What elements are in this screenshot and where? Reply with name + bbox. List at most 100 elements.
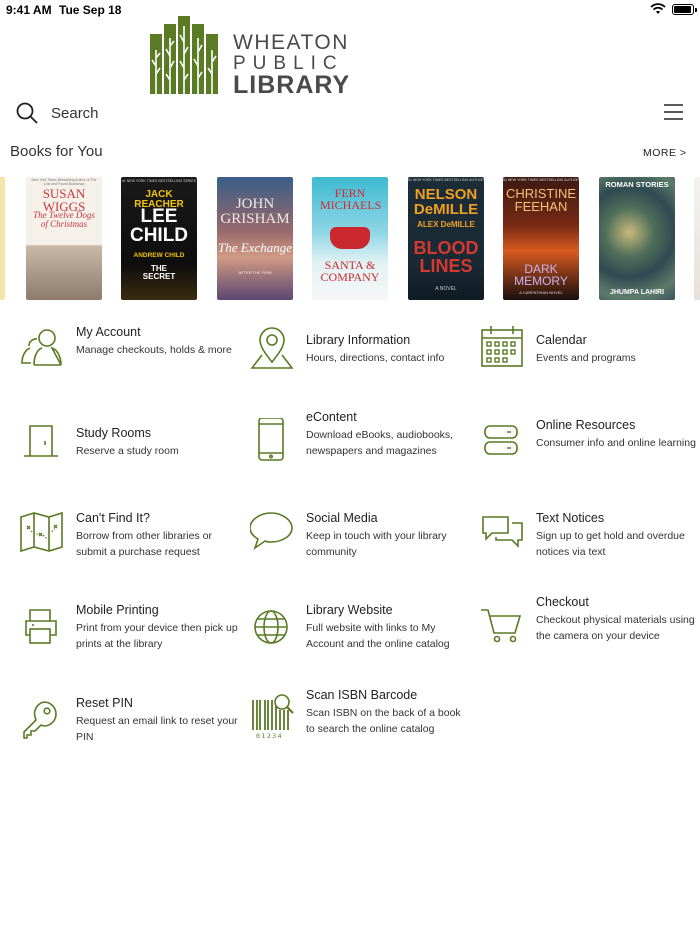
menu-item-title: Online Resources [536, 418, 636, 432]
book-subtitle: AFTER THE FIRM [238, 270, 272, 275]
menu-calendar[interactable]: Calendar Events and programs [480, 326, 700, 413]
menu-item-title: My Account [76, 325, 141, 339]
book-title: The Exchange [217, 240, 292, 255]
server-icon [480, 422, 528, 470]
calendar-icon [480, 324, 528, 372]
menu-study-rooms[interactable]: Study Rooms Reserve a study room [20, 425, 245, 506]
menu-item-desc: Borrow from other libraries or submit a … [76, 530, 212, 558]
menu-item-desc: Sign up to get hold and overdue notices … [536, 530, 685, 558]
books-section-title: Books for You [10, 143, 103, 160]
menu-item-title: Text Notices [536, 511, 605, 525]
barcode-digits: 01234 [256, 732, 284, 740]
menu-item-desc: Checkout physical materials using the ca… [536, 614, 695, 642]
menu-item-desc: Keep in touch with your library communit… [306, 530, 447, 558]
book-author: JHUMPA LAHIRI [609, 289, 665, 296]
book-top-line: New York Times Bestselling Author of The… [31, 178, 97, 186]
more-books-link[interactable]: MORE > [643, 147, 687, 159]
book-author: LEE CHILD [129, 206, 189, 246]
book-cover[interactable]: New York Times Bestselling Author of The… [26, 177, 102, 300]
book-cover[interactable]: #1 NEW YORK TIMES BESTSELLING SERIES JAC… [121, 177, 197, 300]
menu-item-title: Calendar [536, 333, 587, 347]
tablet-icon [250, 417, 298, 466]
book-cover[interactable]: #1 NEW YORK TIMES BESTSELLING AUTHOR CHR… [503, 177, 579, 300]
book-title: DARK MEMORY [514, 262, 568, 288]
menu-cant-find-it[interactable]: Can't Find It? Borrow from other librari… [20, 511, 245, 591]
book-cover-partial[interactable] [694, 177, 700, 300]
menu-item-desc: Reserve a study room [76, 445, 179, 457]
battery-icon [672, 4, 697, 15]
menu-online-resources[interactable]: Online Resources Consumer info and onlin… [480, 418, 700, 498]
book-cover[interactable]: #1 NEW YORK TIMES BESTSELLING AUTHOR NEL… [408, 177, 484, 300]
menu-item-title: Can't Find It? [76, 511, 150, 525]
menu-my-account[interactable]: My Account Manage checkouts, holds & mor… [20, 325, 245, 405]
hamburger-menu-icon[interactable] [664, 104, 683, 120]
book-title: BLOOD LINES [413, 238, 479, 276]
book-top-line: #1 NEW YORK TIMES BESTSELLING SERIES [121, 179, 197, 183]
status-time: 9:41 AM [6, 3, 52, 17]
menu-item-title: Checkout [536, 595, 589, 609]
library-logo: WHEATON PUBLIC LIBRARY [150, 16, 350, 99]
menu-econtent[interactable]: eContent Download eBooks, audiobooks, ne… [250, 410, 475, 490]
book-author: NELSON DeMILLE [413, 186, 479, 218]
globe-icon [250, 607, 298, 655]
menu-item-desc: Consumer info and online learning [536, 437, 696, 449]
map-pin-icon [250, 324, 298, 372]
menu-checkout[interactable]: Checkout Checkout physical materials usi… [480, 595, 700, 675]
book-subtitle: A NOVEL [435, 286, 457, 292]
logo-wordmark-line1: WHEATON [233, 31, 349, 54]
book-author: FERN MICHAELS [320, 186, 382, 212]
menu-library-information[interactable]: Library Information Hours, directions, c… [250, 327, 475, 413]
menu-mobile-printing[interactable]: Mobile Printing Print from your device t… [20, 603, 245, 683]
book-carousel[interactable]: New York Times Bestselling Author of The… [0, 177, 700, 301]
book-title: SANTA & COMPANY [320, 258, 380, 284]
menu-item-desc: Scan ISBN on the back of a book to searc… [306, 707, 461, 735]
menu-item-desc: Download eBooks, audiobooks, newspapers … [306, 429, 454, 457]
menu-item-title: Mobile Printing [76, 603, 159, 617]
menu-item-title: Social Media [306, 511, 378, 525]
book-cover[interactable]: ROMAN STORIES JHUMPA LAHIRI [599, 177, 675, 300]
chat-bubbles-icon [480, 513, 528, 561]
menu-item-title: Library Information [306, 333, 411, 347]
cart-icon [480, 607, 528, 655]
status-bar: 9:41 AM Tue Sep 18 [0, 0, 700, 20]
menu-library-website[interactable]: Library Website Full website with links … [250, 603, 475, 683]
menu-item-title: Scan ISBN Barcode [306, 688, 418, 702]
wifi-icon [650, 3, 666, 18]
users-icon [20, 325, 68, 373]
menu-scan-isbn[interactable]: 01234 Scan ISBN Barcode Scan ISBN on the… [250, 688, 475, 768]
book-cover[interactable]: JOHN GRISHAM The Exchange AFTER THE FIRM [217, 177, 293, 300]
menu-item-desc: Request an email link to reset your PIN [76, 715, 238, 743]
menu-item-desc: Full website with links to My Account an… [306, 622, 450, 650]
book-title: The Twelve Dogs of Christmas [33, 210, 95, 229]
door-icon [20, 422, 68, 470]
logo-wordmark-line3: LIBRARY [233, 71, 351, 99]
menu-item-desc: Manage checkouts, holds & more [76, 344, 232, 356]
book-cover-partial[interactable] [0, 177, 5, 300]
menu-item-desc: Print from your device then pick up prin… [76, 622, 238, 650]
chat-bubble-icon [249, 511, 298, 559]
book-title: THE SECRET [142, 264, 176, 281]
menu-item-desc: Events and programs [536, 352, 636, 364]
book-coauthor: ANDREW CHILD [133, 252, 185, 259]
search-icon[interactable] [15, 101, 39, 125]
barcode-icon: 01234 [250, 692, 298, 740]
menu-item-title: Reset PIN [76, 696, 133, 710]
status-date: Tue Sep 18 [59, 3, 122, 17]
book-title: ROMAN STORIES [605, 180, 669, 189]
menu-item-title: Library Website [306, 603, 393, 617]
map-icon [20, 511, 68, 559]
book-cover[interactable]: FERN MICHAELS SANTA & COMPANY [312, 177, 388, 300]
menu-item-title: Study Rooms [76, 426, 152, 440]
menu-text-notices[interactable]: Text Notices Sign up to get hold and ove… [480, 511, 700, 591]
book-top-line: #1 NEW YORK TIMES BESTSELLING AUTHOR [503, 178, 579, 182]
menu-item-desc: Hours, directions, contact info [306, 352, 445, 364]
book-top-line: #1 NEW YORK TIMES BESTSELLING AUTHOR [408, 178, 484, 182]
key-icon [20, 700, 68, 748]
menu-social-media[interactable]: Social Media Keep in touch with your lib… [249, 511, 475, 591]
search-input[interactable]: Search [51, 105, 99, 122]
book-coauthor: ALEX DeMILLE [417, 220, 475, 229]
menu-item-title: eContent [306, 410, 357, 424]
menu-reset-pin[interactable]: Reset PIN Request an email link to reset… [20, 696, 245, 776]
printer-icon [20, 607, 68, 655]
book-subtitle: A CARPATHIAN NOVEL [519, 290, 563, 295]
